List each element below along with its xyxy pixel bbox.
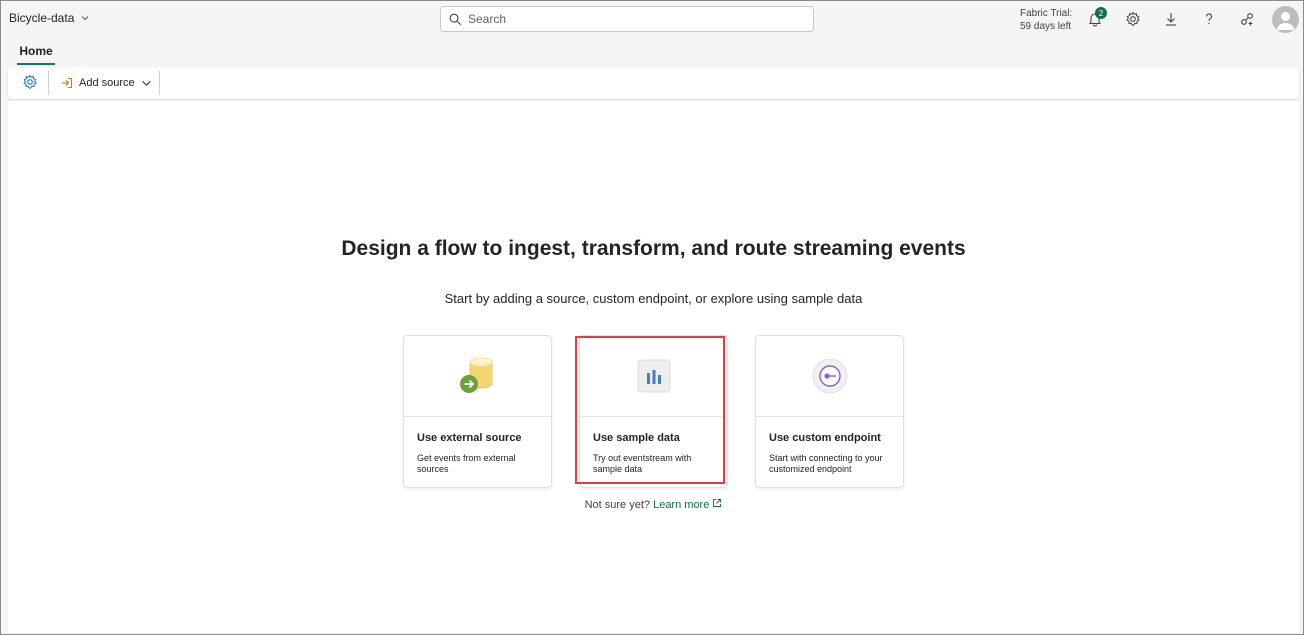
card-description: Try out eventstream with sample data <box>593 453 692 474</box>
add-source-label: Add source <box>79 77 135 89</box>
avatar[interactable] <box>1272 6 1299 33</box>
use-external-source-card[interactable]: Use external source Get events from exte… <box>403 335 552 488</box>
download-button[interactable] <box>1161 9 1181 29</box>
question-mark-icon <box>1205 13 1213 25</box>
toolbar-divider <box>48 71 49 95</box>
card-title: Use custom endpoint <box>769 432 881 444</box>
share-feedback-button[interactable] <box>1237 9 1257 29</box>
database-arrow-icon <box>459 357 492 393</box>
trial-days-left: 59 days left <box>1020 21 1072 32</box>
card-description: Get events from external sources <box>417 453 516 474</box>
page-subtitle: Start by adding a source, custom endpoin… <box>444 291 863 306</box>
search-box[interactable] <box>440 6 814 32</box>
card-description: Start with connecting to your customized… <box>769 453 883 474</box>
help-button[interactable] <box>1199 9 1219 29</box>
ribbon-toolbar: Add source <box>8 67 1299 99</box>
top-bar: Bicycle-data Fabric Trial: 59 days left … <box>1 1 1303 38</box>
learn-more-label: Learn more <box>653 499 710 511</box>
chevron-down-icon <box>81 16 89 21</box>
notification-badge: 2 <box>1095 7 1107 19</box>
eventstream-canvas: Design a flow to ingest, transform, and … <box>8 101 1299 633</box>
not-sure-text: Not sure yet? <box>584 499 651 511</box>
use-custom-endpoint-card[interactable]: Use custom endpoint Start with connectin… <box>755 335 904 488</box>
learn-more-link[interactable]: Learn more <box>653 499 722 511</box>
card-illustration <box>756 336 903 417</box>
card-title: Use sample data <box>593 432 680 444</box>
settings-button[interactable] <box>1123 9 1143 29</box>
card-title: Use external source <box>417 432 522 444</box>
toolbar-divider <box>159 71 160 95</box>
trial-label: Fabric Trial: <box>1020 8 1073 19</box>
card-illustration <box>404 336 551 417</box>
search-icon <box>449 13 462 25</box>
gear-icon <box>23 74 37 89</box>
card-illustration <box>580 336 727 417</box>
chevron-down-icon <box>141 80 151 86</box>
sign-in-arrow-icon <box>62 77 73 89</box>
people-share-icon <box>1241 13 1253 26</box>
page-title: Design a flow to ingest, transform, and … <box>341 237 966 260</box>
add-source-button[interactable]: Add source <box>61 73 152 93</box>
learn-more-row: Not sure yet? Learn more <box>8 498 1299 511</box>
eventstream-settings-button[interactable] <box>22 74 38 95</box>
external-link-icon <box>713 499 722 507</box>
endpoint-icon <box>812 358 847 394</box>
app-frame: Bicycle-data Fabric Trial: 59 days left … <box>0 0 1304 635</box>
use-sample-data-card[interactable]: Use sample data Try out eventstream with… <box>579 335 728 488</box>
workspace-selector[interactable]: Bicycle-data <box>9 11 90 25</box>
trial-status[interactable]: Fabric Trial: 59 days left <box>1020 7 1072 33</box>
bar-chart-icon <box>637 359 670 393</box>
gear-icon <box>1126 11 1140 26</box>
download-icon <box>1166 13 1176 26</box>
person-icon <box>1277 12 1294 30</box>
search-input[interactable] <box>468 12 798 26</box>
workspace-name: Bicycle-data <box>9 11 75 25</box>
tab-home[interactable]: Home <box>17 44 55 65</box>
